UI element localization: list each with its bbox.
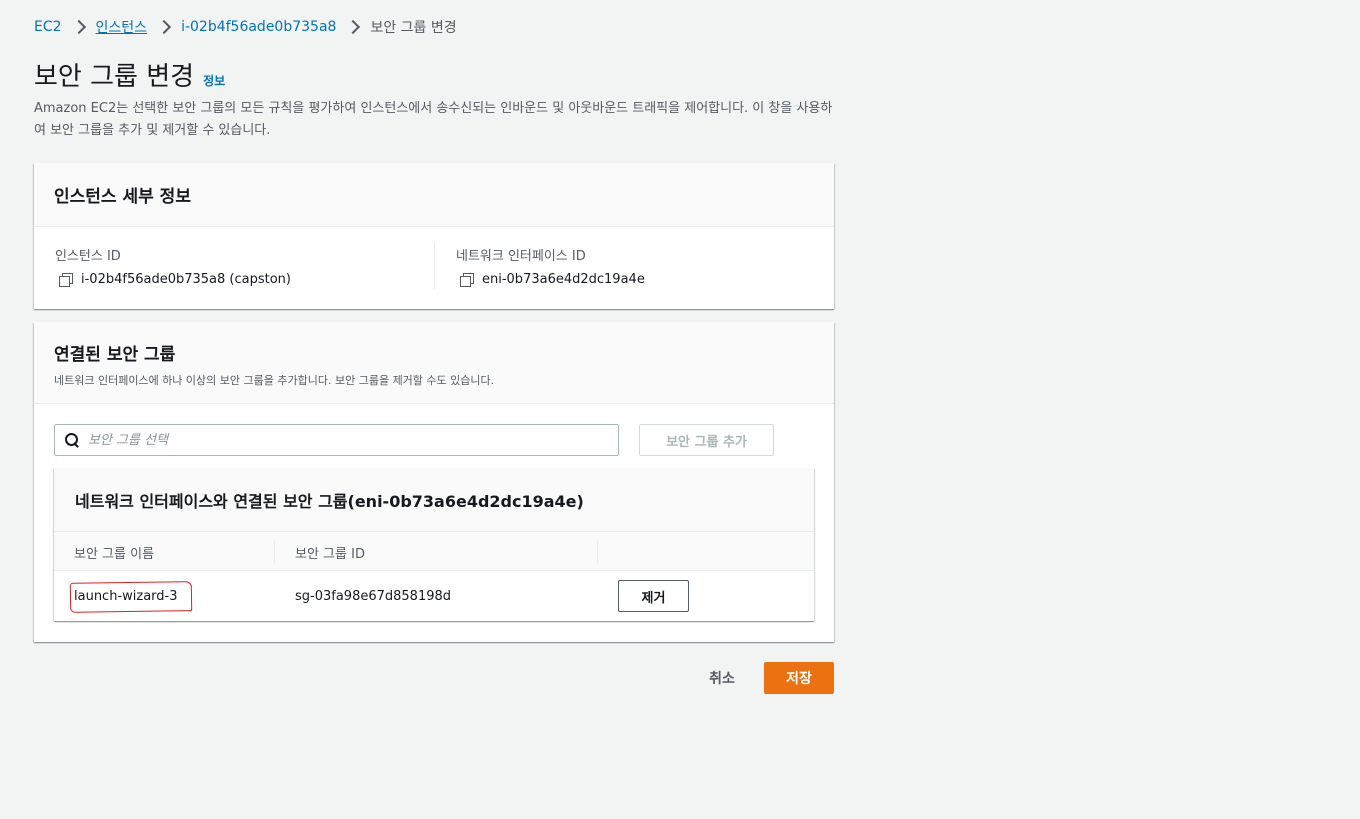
breadcrumb-current: 보안 그룹 변경 (370, 20, 457, 36)
sg-table-header: 네트워크 인터페이스와 연결된 보안 그룹(eni-0b73a6e4d2dc19… (54, 468, 814, 532)
table-row: launch-wizard-3 sg-03fa98e67d858198d 제거 (54, 571, 814, 621)
copy-icon[interactable] (460, 272, 474, 287)
associated-sg-title: 연결된 보안 그룹 (54, 345, 176, 365)
breadcrumb: EC2 인스턴스 i-02b4f56ade0b735a8 보안 그룹 변경 (34, 17, 457, 37)
column-separator (597, 541, 598, 563)
instance-details-panel: 인스턴스 세부 정보 인스턴스 ID i-02b4f56ade0b735a8 (… (34, 163, 834, 309)
sg-table-title: 네트워크 인터페이스와 연결된 보안 그룹(eni-0b73a6e4d2dc19… (75, 491, 584, 511)
column-divider (434, 243, 435, 289)
page-description: Amazon EC2는 선택한 보안 그룹의 모든 규칙을 평가하여 인스턴스에… (34, 101, 833, 138)
breadcrumb-ec2[interactable]: EC2 (34, 19, 62, 35)
associated-sg-header: 연결된 보안 그룹 네트워크 인터페이스에 하나 이상의 보안 그룹을 추가합니… (34, 322, 834, 404)
chevron-right-icon (342, 17, 364, 37)
cancel-button[interactable]: 취소 (692, 662, 752, 694)
copy-icon[interactable] (59, 272, 73, 287)
associated-sg-subtitle: 네트워크 인터페이스에 하나 이상의 보안 그룹을 추가합니다. 보안 그룹을 … (54, 374, 495, 387)
breadcrumb-instance-id[interactable]: i-02b4f56ade0b735a8 (181, 19, 336, 35)
sg-id-cell: sg-03fa98e67d858198d (295, 589, 452, 604)
breadcrumb-instances[interactable]: 인스턴스 (96, 17, 148, 37)
instance-id-field: 인스턴스 ID i-02b4f56ade0b735a8 (capston) (55, 245, 291, 287)
eni-id-label: 네트워크 인터페이스 ID (456, 249, 586, 264)
instance-details-header: 인스턴스 세부 정보 (34, 163, 834, 227)
sg-search-box[interactable] (54, 424, 619, 456)
column-header-sg-name[interactable]: 보안 그룹 이름 (74, 543, 154, 562)
instance-id-label: 인스턴스 ID (55, 249, 121, 264)
sg-table-column-headers: 보안 그룹 이름 보안 그룹 ID (54, 532, 814, 571)
sg-table: 네트워크 인터페이스와 연결된 보안 그룹(eni-0b73a6e4d2dc19… (54, 468, 814, 621)
remove-sg-button[interactable]: 제거 (618, 580, 689, 612)
column-header-sg-id[interactable]: 보안 그룹 ID (295, 543, 365, 562)
chevron-right-icon (153, 17, 175, 37)
instance-details-title: 인스턴스 세부 정보 (54, 187, 191, 207)
page-header: 보안 그룹 변경 정보 (34, 56, 225, 93)
info-link[interactable]: 정보 (203, 72, 225, 89)
red-highlight-annotation (69, 581, 193, 613)
column-separator (274, 541, 275, 563)
page-title: 보안 그룹 변경 (34, 62, 195, 92)
sg-search-input[interactable] (88, 432, 588, 448)
instance-id-value: i-02b4f56ade0b735a8 (capston) (81, 272, 291, 287)
eni-id-value: eni-0b73a6e4d2dc19a4e (482, 272, 645, 287)
search-icon (64, 432, 80, 448)
save-button[interactable]: 저장 (764, 662, 834, 694)
add-sg-button[interactable]: 보안 그룹 추가 (639, 424, 774, 456)
chevron-right-icon (68, 17, 90, 37)
associated-sg-panel: 연결된 보안 그룹 네트워크 인터페이스에 하나 이상의 보안 그룹을 추가합니… (34, 322, 834, 642)
eni-id-field: 네트워크 인터페이스 ID eni-0b73a6e4d2dc19a4e (456, 245, 645, 287)
